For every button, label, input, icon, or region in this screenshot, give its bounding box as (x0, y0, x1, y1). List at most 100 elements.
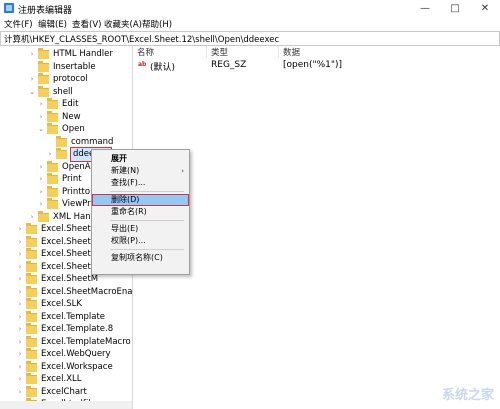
tree-node-label: Edit (62, 99, 79, 109)
folder-icon (38, 85, 49, 97)
folder-icon (47, 110, 58, 122)
menu-help[interactable]: 帮助(H) (142, 18, 172, 30)
folder-icon (47, 123, 58, 134)
folder-icon (26, 235, 37, 247)
expand-arrow-icon[interactable]: › (28, 211, 36, 224)
expand-arrow-icon[interactable]: › (37, 173, 45, 186)
expand-arrow-icon[interactable]: › (16, 298, 24, 311)
tree-node[interactable]: ⌄ shell (0, 85, 132, 99)
menu-file[interactable]: 文件(F) (4, 18, 33, 30)
close-button[interactable]: ✕ (470, 0, 500, 17)
address-path: 计算机\HKEY_CLASSES_ROOT\Excel.Sheet.12\she… (4, 35, 280, 45)
folder-icon (26, 260, 37, 272)
menu-favorites[interactable]: 收藏夹(A) (104, 18, 142, 30)
collapse-arrow-icon[interactable]: ⌄ (37, 123, 45, 136)
folder-icon (26, 360, 37, 372)
tree-node[interactable]: › Excel.Workspace (0, 360, 132, 374)
expand-arrow-icon[interactable]: › (16, 248, 24, 261)
watermark-logo: 系统之家 (441, 388, 494, 403)
context-menu-item[interactable]: 展开 (92, 153, 189, 165)
folder-icon (26, 285, 37, 297)
folder-icon (26, 310, 37, 322)
tree-node-label: Excel.WebQuery (41, 349, 111, 359)
context-menu-item[interactable]: 新建(N) › (92, 165, 189, 177)
context-menu-item-label: 新建(N) (111, 166, 140, 175)
context-menu-item[interactable]: 重命名(R) (92, 206, 189, 218)
tree-node[interactable]: › Excel.XLL (0, 373, 132, 386)
folder-icon (26, 273, 37, 284)
expand-arrow-icon[interactable]: › (37, 198, 45, 211)
tree-node-label: New (62, 111, 81, 122)
expand-arrow-icon[interactable]: › (37, 186, 45, 199)
tree-node-label: Print (62, 174, 82, 184)
tree-node[interactable]: › Excel.Template.8 (0, 323, 132, 336)
column-divider[interactable] (278, 46, 279, 58)
address-bar[interactable]: 计算机\HKEY_CLASSES_ROOT\Excel.Sheet.12\she… (0, 31, 500, 46)
expand-arrow-icon[interactable]: › (16, 236, 24, 249)
menu-separator (110, 191, 184, 192)
context-menu-item[interactable]: 查找(F)... (92, 177, 189, 189)
context-menu-item[interactable]: 删除(D) (92, 194, 189, 206)
context-menu-item[interactable]: 复制项名称(C) (92, 252, 189, 264)
column-header-name[interactable]: 名称 (137, 46, 154, 58)
context-menu-item[interactable]: 导出(E) (92, 223, 189, 235)
tree-node[interactable]: › Excel.SheetMacroEna (0, 285, 132, 299)
expand-arrow-icon[interactable]: › (37, 161, 45, 174)
menu-separator (110, 220, 184, 221)
tree-node[interactable]: › Edit (0, 98, 132, 111)
context-menu-item-label: 重命名(R) (111, 207, 147, 216)
tree-node[interactable]: ⌄ Open (0, 123, 132, 136)
tree-node-label: Excel.TemplateMacro (41, 336, 131, 347)
value-type: REG_SZ (211, 60, 247, 70)
tree-node[interactable]: Insertable (0, 60, 132, 74)
tree-node[interactable]: › New (0, 110, 132, 124)
expand-arrow-icon[interactable]: › (16, 286, 24, 299)
tree-node[interactable]: › Excel.TemplateMacro (0, 335, 132, 349)
folder-icon (26, 385, 37, 397)
folder-icon (26, 248, 37, 259)
folder-icon (26, 335, 37, 347)
submenu-chevron-icon: › (181, 167, 184, 175)
menu-view[interactable]: 查看(V) (72, 18, 101, 30)
expand-arrow-icon[interactable]: › (28, 73, 36, 86)
expand-arrow-icon[interactable]: › (37, 98, 45, 111)
maximize-button[interactable]: □ (440, 0, 470, 17)
tree-node[interactable]: › Excel.SLK (0, 298, 132, 311)
tree-node[interactable]: › protocol (0, 73, 132, 86)
column-header-type[interactable]: 类型 (211, 46, 228, 58)
expand-arrow-icon[interactable]: › (16, 223, 24, 236)
tree-node-label: Excel.XLL (41, 374, 82, 384)
expand-arrow-icon[interactable]: › (16, 348, 24, 361)
minimize-button[interactable]: — (410, 0, 440, 17)
collapse-arrow-icon[interactable]: ⌄ (28, 86, 36, 99)
expand-arrow-icon[interactable]: › (16, 311, 24, 324)
tree-node-label: XML Hand (53, 211, 96, 222)
expand-arrow-icon[interactable]: › (28, 48, 36, 61)
folder-icon (38, 210, 49, 222)
expand-arrow-icon[interactable]: › (16, 373, 24, 386)
value-data: [open("%1")] (283, 60, 343, 70)
tree-node[interactable]: › Excel.Template (0, 310, 132, 324)
expand-arrow-icon[interactable]: › (16, 323, 24, 336)
tree-node[interactable]: command (0, 135, 132, 149)
expand-arrow-icon[interactable]: › (16, 386, 24, 399)
expand-arrow-icon[interactable]: › (16, 273, 24, 286)
column-divider[interactable] (206, 46, 207, 58)
context-menu-item-label: 展开 (111, 154, 127, 163)
folder-icon (26, 298, 37, 309)
expand-arrow-icon[interactable]: › (16, 361, 24, 374)
expand-arrow-icon[interactable]: › (16, 336, 24, 349)
tree-node[interactable]: › ExcelChart (0, 385, 132, 399)
context-menu-item[interactable]: 权限(P)... (92, 235, 189, 247)
tree-node[interactable]: › HTML Handler (0, 48, 132, 61)
value-row[interactable]: ab (默认) REG_SZ [open("%1")] (133, 59, 493, 73)
menu-edit[interactable]: 编辑(E) (38, 18, 67, 30)
tree-node-label: Open (62, 124, 85, 134)
column-header-data[interactable]: 数据 (283, 46, 300, 58)
expand-arrow-icon[interactable]: › (16, 261, 24, 274)
tree-node-label: command (71, 136, 114, 147)
horizontal-scrollbar[interactable] (0, 401, 132, 409)
expand-arrow-icon[interactable]: › (46, 148, 54, 161)
tree-node[interactable]: › Excel.WebQuery (0, 348, 132, 361)
expand-arrow-icon[interactable]: › (37, 111, 45, 124)
